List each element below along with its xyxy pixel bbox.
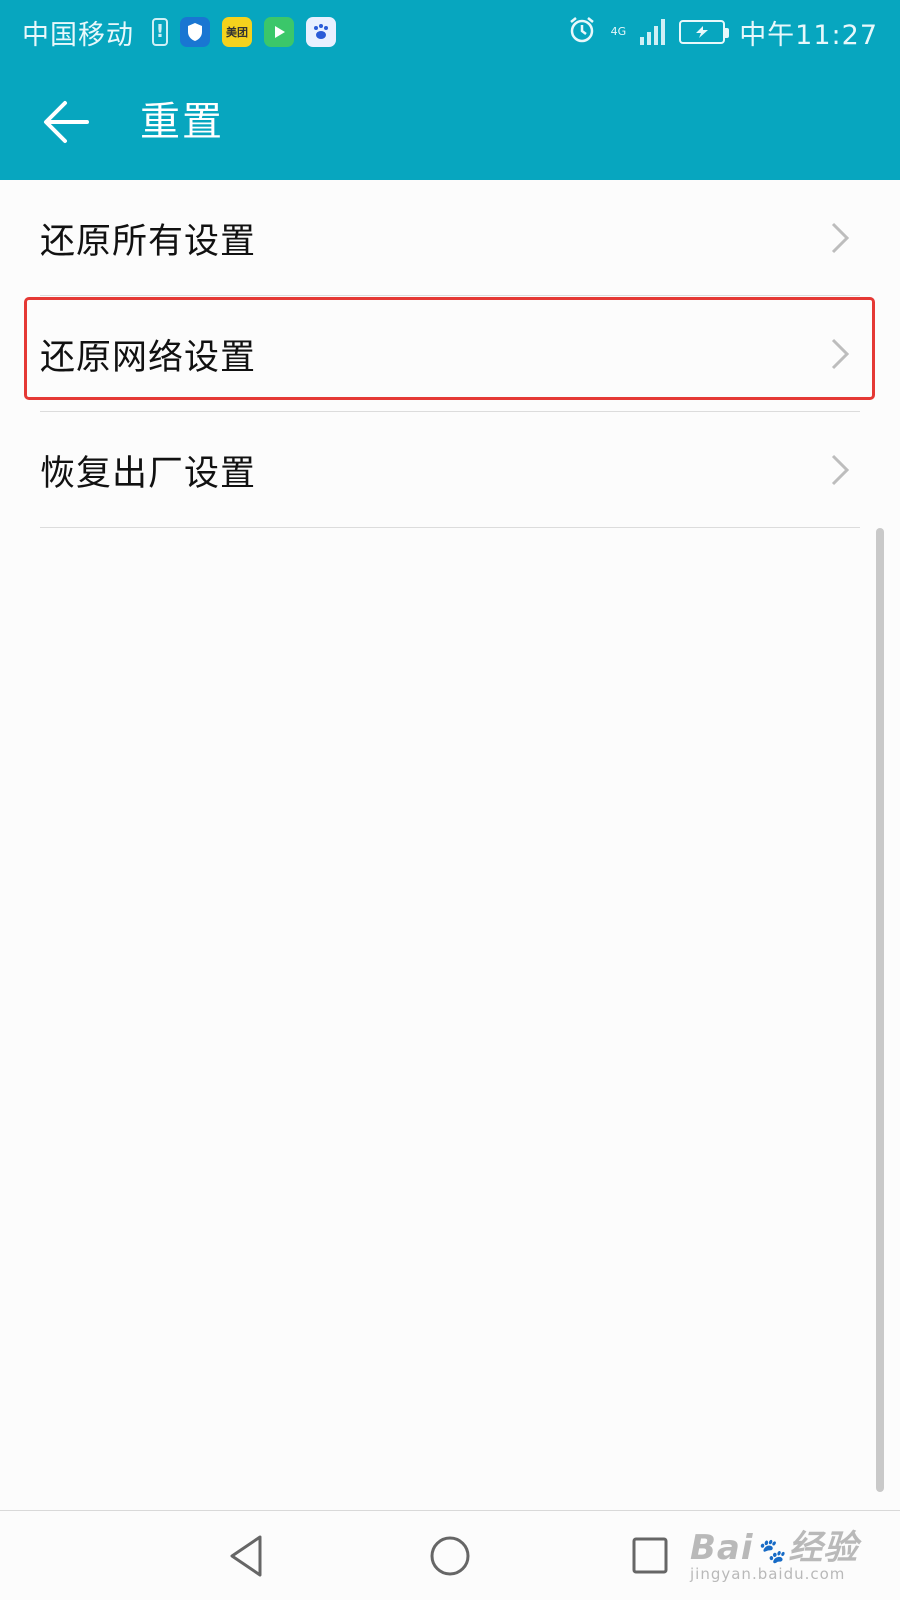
- factory-reset-item[interactable]: 恢复出厂设置: [0, 412, 900, 528]
- nav-recents-button[interactable]: [623, 1529, 677, 1583]
- divider: [40, 527, 860, 528]
- chevron-right-icon: [831, 454, 850, 486]
- watermark-url: jingyan.baidu.com: [690, 1565, 846, 1583]
- reset-options-list: 还原所有设置 还原网络设置 恢复出厂设置: [0, 180, 900, 528]
- list-item-label: 恢复出厂设置: [40, 453, 257, 494]
- watermark-logo-suffix: 经验: [788, 1528, 859, 1568]
- alarm-icon: [567, 15, 597, 49]
- chevron-right-icon: [831, 222, 850, 254]
- triangle-back-icon: [230, 1535, 262, 1577]
- baidu-paw-icon: [306, 17, 336, 47]
- signal-icon: [640, 19, 666, 45]
- battery-charging-icon: [679, 20, 730, 44]
- reset-all-settings-item[interactable]: 还原所有设置: [0, 180, 900, 296]
- nav-home-button[interactable]: [423, 1529, 477, 1583]
- scrollbar[interactable]: [876, 528, 884, 1492]
- square-recents-icon: [632, 1537, 668, 1574]
- status-left: 中国移动 美团: [22, 0, 336, 64]
- shield-icon: [180, 17, 210, 47]
- watermark-logo-prefix: Bai: [690, 1528, 754, 1568]
- status-time: 中午11:27: [739, 19, 878, 51]
- carrier-name: 中国移动: [22, 19, 134, 51]
- list-item-label: 还原网络设置: [40, 337, 257, 378]
- paw-icon: 🐾: [755, 1537, 787, 1565]
- chevron-right-icon: [831, 338, 850, 370]
- nav-back-button[interactable]: [222, 1529, 276, 1583]
- status-right: 4G 中午11:27: [567, 0, 878, 64]
- network-type-label: 4G: [610, 25, 627, 38]
- meituan-icon: 美团: [222, 17, 252, 47]
- back-button[interactable]: [36, 92, 96, 152]
- video-app-icon: [264, 17, 294, 47]
- battery-alert-icon: [152, 18, 168, 46]
- baidu-jingyan-watermark: Bai🐾经验 jingyan.baidu.com: [690, 1520, 890, 1590]
- circle-home-icon: [430, 1536, 470, 1576]
- arrow-back-icon: [44, 101, 89, 143]
- app-bar: 重置: [0, 64, 900, 180]
- status-bar: 中国移动 美团 4G 中午11:: [0, 0, 900, 64]
- page-title: 重置: [140, 99, 224, 145]
- watermark-logo: Bai🐾经验: [690, 1520, 890, 1569]
- list-item-label: 还原所有设置: [40, 221, 257, 262]
- reset-network-settings-item[interactable]: 还原网络设置: [0, 296, 900, 412]
